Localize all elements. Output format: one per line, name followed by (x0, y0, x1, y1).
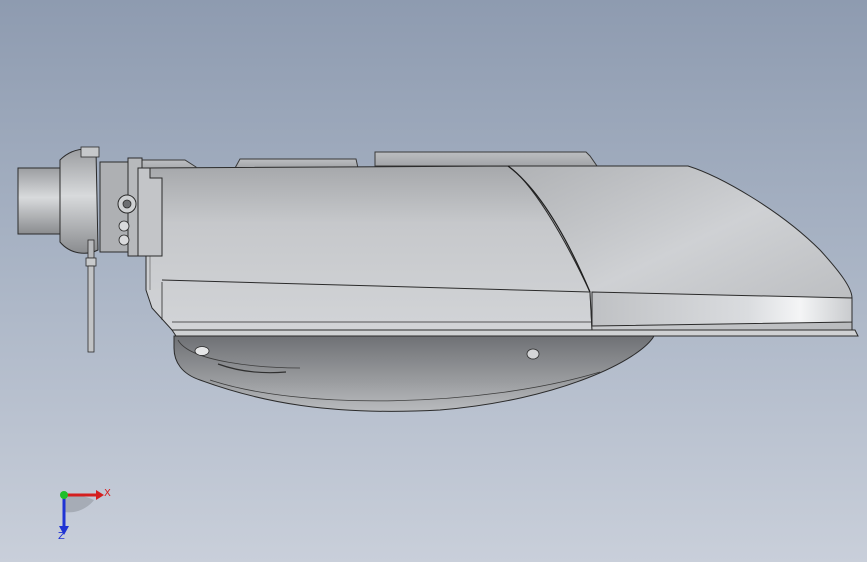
triad-shadow-arc (64, 494, 94, 513)
cad-viewport[interactable]: X Z (0, 0, 867, 562)
z-axis-label: Z (58, 531, 65, 542)
main-housing (145, 165, 593, 331)
x-axis-label: X (104, 488, 111, 499)
y-axis-dot (60, 491, 68, 499)
reflector-bowl (173, 335, 655, 412)
street-light-model[interactable] (0, 0, 867, 562)
coordinate-triad (44, 480, 124, 550)
pole-pipe (17, 146, 100, 353)
